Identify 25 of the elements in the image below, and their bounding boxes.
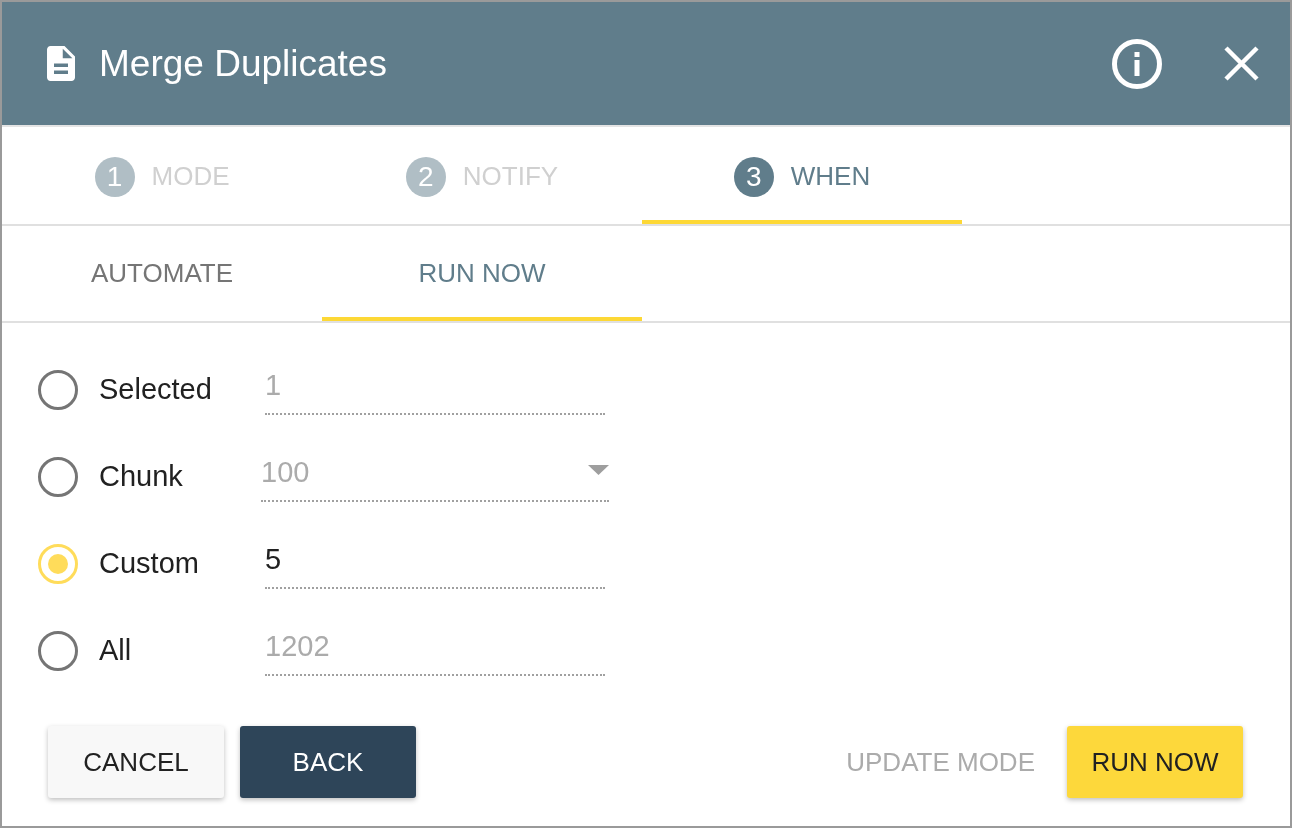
step-number: 2 <box>405 156 446 197</box>
cancel-button[interactable]: CANCEL <box>48 726 224 798</box>
back-button[interactable]: BACK <box>240 726 416 798</box>
step-tab[interactable]: 3 WHEN <box>642 127 962 224</box>
text-field[interactable]: 1 <box>265 364 605 415</box>
step-number: 3 <box>733 156 774 197</box>
info-icon[interactable] <box>1112 38 1162 89</box>
option-label: Custom <box>99 547 200 580</box>
option-label: Selected <box>99 373 213 406</box>
close-icon[interactable] <box>1224 46 1259 81</box>
run-now-button[interactable]: RUN NOW <box>1067 726 1243 798</box>
option-label: All <box>99 634 133 667</box>
text-field[interactable]: 1202 <box>265 625 605 676</box>
radio-button[interactable] <box>38 369 78 410</box>
dropdown-field[interactable]: 100 <box>261 451 609 502</box>
tab[interactable]: AUTOMATE <box>2 226 322 321</box>
radio-button[interactable] <box>38 456 78 497</box>
caret-icon <box>588 464 609 475</box>
text-field[interactable]: 5 <box>265 538 605 589</box>
tab[interactable]: RUN NOW <box>322 226 642 321</box>
step-number: 1 <box>94 156 135 197</box>
document-icon <box>47 46 75 81</box>
option-label: Chunk <box>99 460 184 493</box>
dialog-title: Merge Duplicates <box>99 42 387 85</box>
radio-button[interactable] <box>38 630 78 671</box>
